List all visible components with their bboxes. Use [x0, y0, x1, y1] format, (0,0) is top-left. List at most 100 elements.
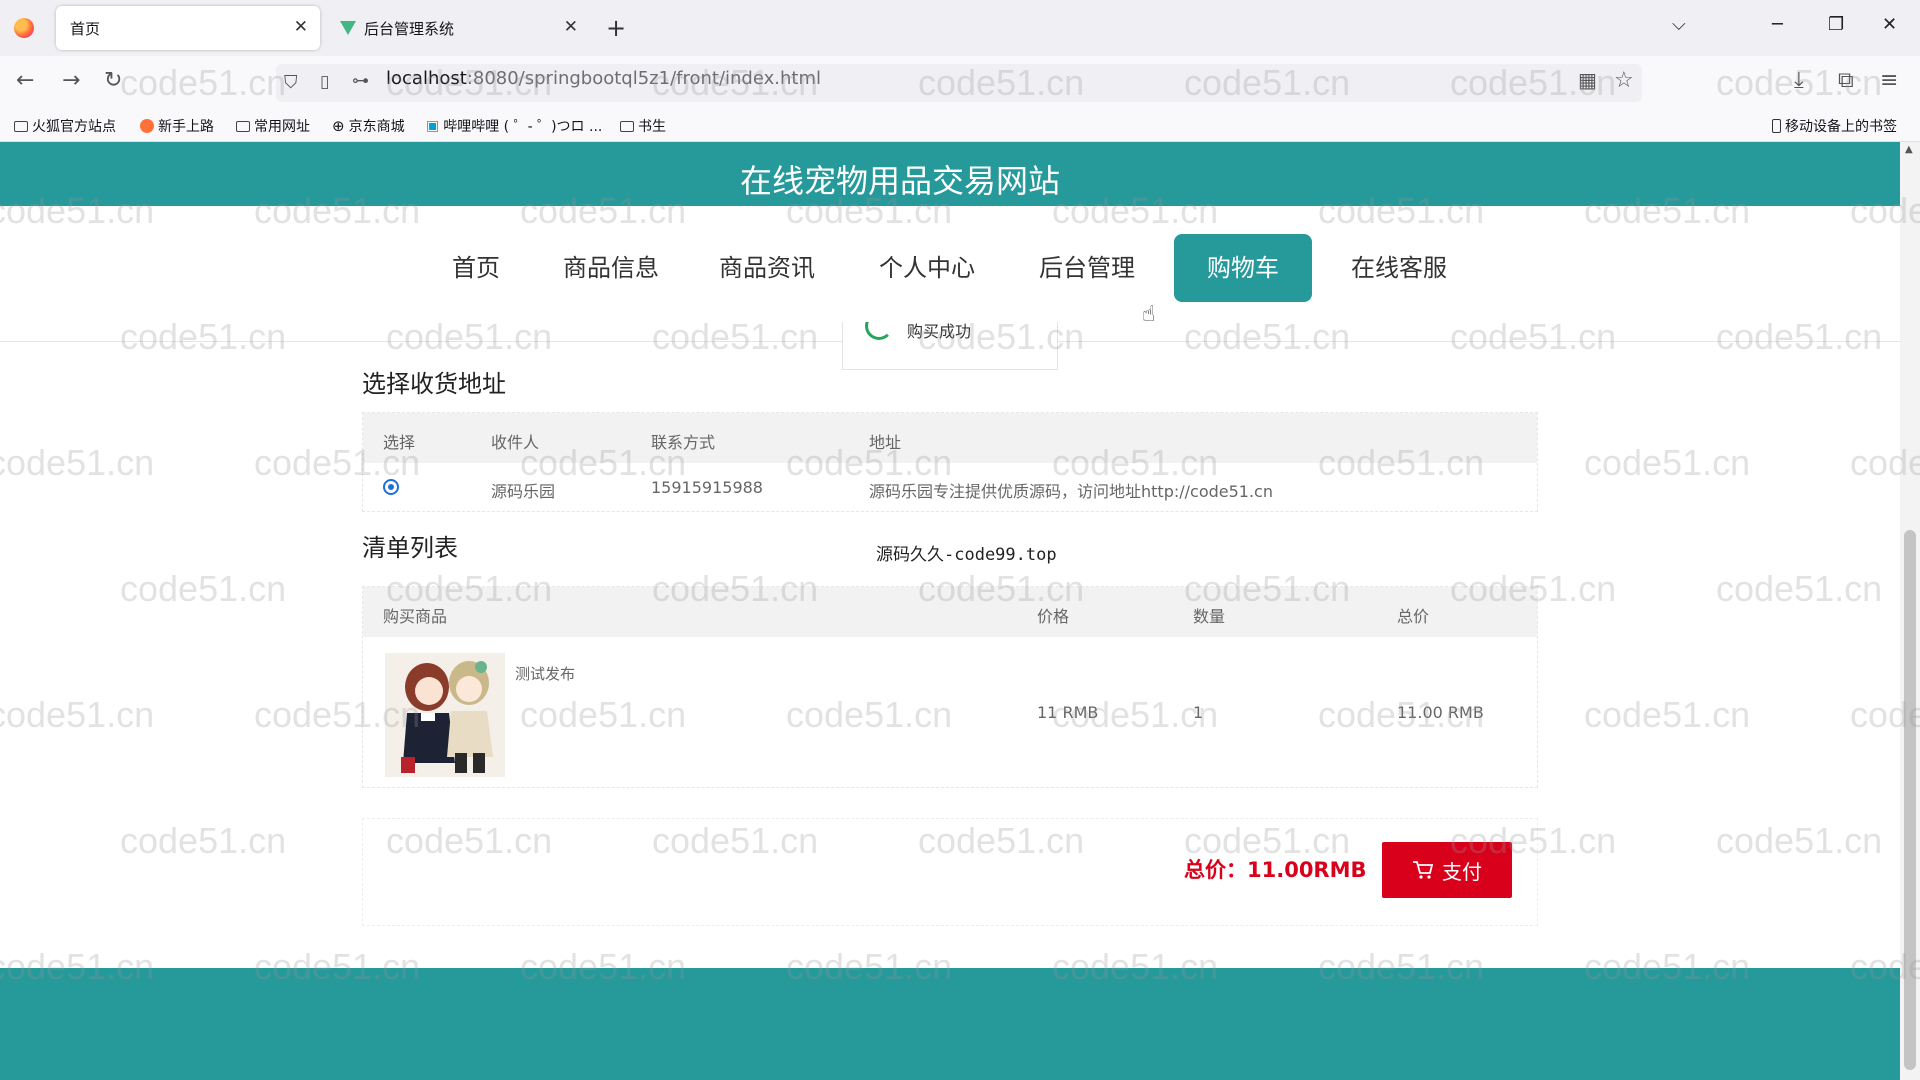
address-radio[interactable] [383, 479, 399, 495]
menu-item-service[interactable]: 在线客服 [1344, 234, 1454, 302]
tab-title: 后台管理系统 [364, 19, 455, 38]
forward-arrow-icon[interactable]: → [62, 68, 80, 93]
bookmark-star-icon[interactable]: ☆ [1614, 68, 1634, 93]
bookmark-item[interactable]: 火狐官方站点 [14, 116, 116, 136]
anime-illustration [385, 653, 505, 777]
hand-cursor-icon: ☝ [1142, 302, 1156, 327]
firefox-icon [140, 119, 154, 133]
site-title: 在线宠物用品交易网站 [739, 162, 1060, 200]
price-cell: 11 RMB [1037, 703, 1099, 722]
total-cell: 11.00 RMB [1397, 703, 1484, 722]
pay-button[interactable]: 支付 [1382, 842, 1512, 898]
firefox-icon[interactable] [14, 18, 34, 38]
bilibili-icon: ▣ [426, 118, 440, 134]
source-note: 源码久久-code99.top [876, 545, 1057, 565]
watermark-text: code51.cn [0, 442, 155, 483]
site-header: 在线宠物用品交易网站 [0, 142, 1900, 206]
bookmark-item[interactable]: 常用网址 [236, 116, 310, 136]
back-arrow-icon[interactable]: ← [16, 68, 34, 93]
download-icon[interactable]: ⤓ [1794, 68, 1804, 93]
restore-button[interactable]: ❐ [1828, 14, 1844, 35]
table-row: 测试发布 11 RMB 1 11.00 RMB [363, 637, 1537, 787]
folder-icon [620, 120, 634, 132]
extensions-icon[interactable]: ⧉ [1838, 68, 1854, 93]
page-scrollbar[interactable]: ▲ [1900, 142, 1920, 1080]
table-row: 源码乐园 15915915988 源码乐园专注提供优质源码，访问地址http:/… [363, 463, 1537, 513]
watermark-text: code51.cn [0, 694, 155, 735]
qrcode-icon[interactable]: ▦ [1578, 68, 1597, 92]
header-product: 购买商品 [383, 607, 448, 626]
scroll-up-icon[interactable]: ▲ [1905, 144, 1913, 155]
bookmark-item[interactable]: 书生 [620, 116, 666, 136]
order-table: 购买商品 价格 数量 总价 测试发布 11 RMB 1 11.00 RMB [362, 586, 1538, 788]
bookmark-item[interactable]: ⊕ 京东商城 [332, 116, 405, 136]
menu-item-admin[interactable]: 后台管理 [1032, 234, 1142, 302]
vue-icon [340, 21, 356, 35]
tab-admin[interactable]: 后台管理系统 ✕ [330, 6, 590, 50]
folder-icon [236, 120, 250, 132]
close-window-button[interactable]: ✕ [1882, 14, 1897, 35]
bookmark-item[interactable]: ▣ 哔哩哔哩 ( ゜- ゜)つロ ... [426, 116, 602, 136]
bookmark-item[interactable]: 新手上路 [140, 116, 214, 136]
permissions-icon[interactable]: ⊶ [352, 71, 369, 91]
menu-item-cart[interactable]: 购物车 [1174, 234, 1312, 302]
page-icon: ▯ [320, 72, 330, 92]
cart-icon [1413, 861, 1434, 879]
bookmark-label: 移动设备上的书签 [1785, 119, 1897, 135]
tab-home[interactable]: 首页 ✕ [56, 6, 320, 50]
pay-label: 支付 [1442, 859, 1482, 884]
quantity-cell: 1 [1193, 703, 1204, 722]
header-total: 总价 [1397, 607, 1430, 626]
toast-message: 购买成功 [907, 322, 972, 341]
url-text[interactable]: localhost:8080/springbootql5z1/front/ind… [386, 68, 821, 89]
header-quantity: 数量 [1193, 607, 1226, 626]
menu-item-home[interactable]: 首页 [446, 234, 506, 302]
address-table-header: 选择 收件人 联系方式 地址 [363, 413, 1537, 463]
url-host: localhost [386, 68, 467, 89]
bookmark-label: 京东商城 [348, 119, 405, 135]
new-tab-button[interactable]: + [606, 14, 626, 42]
menu-item-news[interactable]: 商品资讯 [712, 234, 822, 302]
tab-list-chevron-icon[interactable]: ⌵ [1672, 14, 1686, 35]
bookmarks-bar: 火狐官方站点 新手上路 常用网址 ⊕ 京东商城 ▣ 哔哩哔哩 ( ゜- ゜)つロ .… [0, 108, 1920, 142]
tab-title: 首页 [70, 19, 101, 38]
product-image[interactable] [385, 653, 505, 777]
close-icon[interactable]: ✕ [564, 17, 578, 37]
product-name[interactable]: 测试发布 [515, 663, 575, 684]
header-address: 地址 [869, 433, 902, 452]
bookmark-label: 新手上路 [158, 119, 214, 135]
order-total: 总价：11.00RMB [1184, 858, 1367, 882]
address-table: 选择 收件人 联系方式 地址 源码乐园 15915915988 源码乐园专注提供… [362, 412, 1538, 512]
menu-icon[interactable]: ≡ [1880, 68, 1898, 93]
browser-navbar: ← → ↻ ⛉ ▯ ⊶ ▦ ☆ ⤓ ⧉ ≡ [0, 56, 1920, 108]
reload-icon[interactable]: ↻ [104, 68, 122, 93]
watermark-text: code51.cn [1584, 442, 1751, 483]
mobile-bookmarks[interactable]: 移动设备上的书签 [1772, 116, 1897, 136]
folder-icon [14, 120, 28, 132]
address-section-title: 选择收货地址 [362, 370, 506, 398]
header-receiver: 收件人 [491, 433, 540, 452]
mobile-icon [1772, 119, 1781, 133]
watermark-text: code51.cn [1716, 820, 1883, 861]
watermark-text: code51.cn [120, 568, 287, 609]
watermark-text: code51.cn [120, 820, 287, 861]
site-footer [0, 968, 1900, 1080]
order-section-title: 清单列表 [362, 534, 458, 562]
shield-icon[interactable]: ⛉ [284, 72, 298, 93]
bookmark-label: 火狐官方站点 [32, 119, 116, 135]
address-cell: 源码乐园专注提供优质源码，访问地址http://code51.cn [869, 482, 1273, 501]
watermark-text: code51.cn [1584, 694, 1751, 735]
header-select: 选择 [383, 433, 416, 452]
contact-cell: 15915915988 [651, 478, 763, 497]
header-price: 价格 [1037, 607, 1070, 626]
watermark-text: code51.cn [1716, 568, 1883, 609]
order-table-header: 购买商品 价格 数量 总价 [363, 587, 1537, 637]
minimize-button[interactable]: ─ [1772, 14, 1783, 35]
success-check-icon [865, 322, 893, 340]
menu-item-profile[interactable]: 个人中心 [872, 234, 982, 302]
menu-item-products[interactable]: 商品信息 [556, 234, 666, 302]
close-icon[interactable]: ✕ [294, 17, 308, 37]
globe-icon: ⊕ [332, 117, 345, 135]
scrollbar-thumb[interactable] [1904, 530, 1916, 1070]
receiver-cell: 源码乐园 [491, 482, 556, 501]
